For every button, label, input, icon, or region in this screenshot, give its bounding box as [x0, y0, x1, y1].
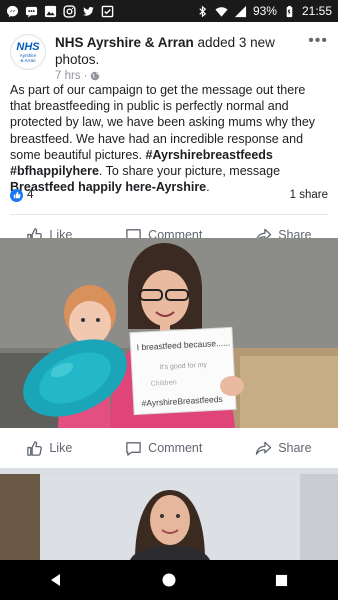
post-text: As part of our campaign to get the messa… — [0, 74, 338, 194]
chat-icon — [25, 5, 38, 18]
reaction-summary[interactable]: 4 — [10, 188, 34, 202]
instagram-icon — [63, 4, 76, 18]
post-header: NHS Ayrshire & Arran NHS Ayrshire & Arra… — [0, 22, 338, 82]
post-text-end: . — [206, 180, 210, 195]
post-photo-2[interactable] — [0, 474, 338, 560]
messenger-icon — [6, 5, 19, 18]
photo-share-label: Share — [278, 441, 312, 455]
post-text-part-2: . To share your picture, message — [98, 164, 281, 179]
wifi-icon — [215, 5, 228, 18]
like-icon — [27, 440, 43, 456]
page-name-link[interactable]: NHS Ayrshire & Arran — [55, 35, 194, 50]
logo-line-2: & Arran — [20, 57, 36, 63]
meta-separator: · — [83, 70, 88, 82]
twitter-icon — [82, 5, 95, 18]
like-reaction-icon — [10, 188, 23, 202]
sign-line-3: Children — [150, 379, 177, 387]
avatar[interactable]: NHS Ayrshire & Arran — [10, 34, 46, 70]
photo-share-button[interactable]: Share — [255, 440, 312, 457]
reaction-count: 4 — [27, 189, 34, 201]
recents-square-icon — [276, 574, 288, 586]
battery-percent: 93% — [252, 4, 277, 18]
globe-icon — [90, 71, 100, 81]
share-count[interactable]: 1 share — [290, 189, 328, 201]
photo-comment-button[interactable]: Comment — [125, 440, 202, 457]
photo-comment-label: Comment — [148, 441, 203, 455]
checkbox-icon — [101, 5, 114, 18]
battery-icon — [283, 5, 296, 18]
share-icon — [255, 441, 272, 455]
photo-like-label: Like — [49, 441, 73, 455]
post-page-mention[interactable]: Breastfeed happily here-Ayrshire — [10, 180, 206, 194]
bluetooth-icon — [196, 5, 209, 18]
back-button[interactable] — [36, 560, 76, 600]
android-nav-bar — [0, 560, 338, 600]
clock: 21:55 — [301, 4, 332, 18]
home-circle-icon — [162, 573, 176, 587]
more-options-icon[interactable]: ••• — [308, 33, 328, 74]
nhs-logo: NHS — [16, 40, 40, 53]
photo-2-image — [0, 474, 338, 560]
status-bar: 93% 21:55 — [0, 0, 338, 22]
recents-button[interactable] — [262, 560, 302, 600]
post-timestamp[interactable]: 7 hrs — [55, 70, 81, 82]
image-icon — [44, 5, 57, 18]
feed-post: NHS Ayrshire & Arran NHS Ayrshire & Arra… — [0, 22, 338, 263]
comment-icon — [126, 441, 141, 456]
post-photo-1[interactable]: I breastfeed because...... it's good for… — [0, 238, 338, 428]
photo-1-image: I breastfeed because...... it's good for… — [0, 238, 338, 428]
photo-like-button[interactable]: Like — [26, 440, 72, 457]
signal-icon — [234, 5, 247, 18]
back-triangle-icon — [51, 574, 61, 586]
photo-1-actions: Like Comment Share — [0, 428, 338, 468]
home-button[interactable] — [149, 560, 189, 600]
